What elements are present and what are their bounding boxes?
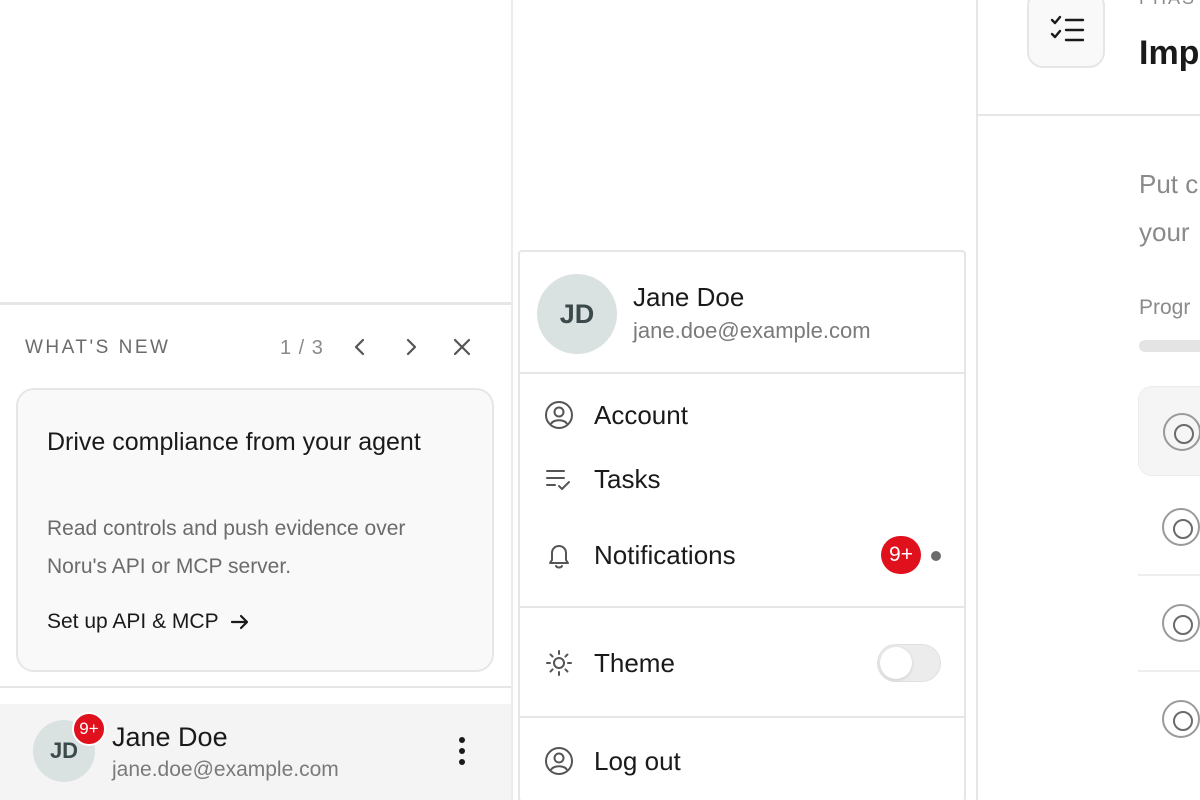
whats-new-header: WHAT'S NEW 1 / 3 — [25, 337, 485, 361]
menu-item-label: Account — [594, 400, 688, 430]
description-line: Put c — [1139, 169, 1199, 199]
progress-label: Progr — [1139, 296, 1191, 319]
whats-new-panel: WHAT'S NEW 1 / 3 Drive compliance from y… — [0, 302, 511, 686]
user-email: jane.doe@example.com — [112, 758, 339, 781]
right-panel: PHAS Imp Put c your Progr — [978, 0, 1200, 800]
phase-icon-box — [1027, 0, 1105, 68]
whats-new-pager: 1 / 3 — [280, 337, 324, 359]
task-item[interactable] — [1138, 578, 1200, 668]
menu-profile-header: JD Jane Doe jane.doe@example.com — [520, 252, 964, 374]
setup-api-mcp-label: Set up API & MCP — [47, 610, 219, 633]
chevron-right-icon[interactable] — [401, 335, 421, 359]
task-radio[interactable] — [1162, 508, 1200, 546]
sun-icon — [544, 648, 574, 678]
menu-item-theme[interactable]: Theme — [520, 632, 964, 692]
tasks-icon — [544, 464, 574, 494]
menu-item-label: Tasks — [594, 464, 661, 494]
phase-label: PHAS — [1139, 0, 1196, 9]
menu-user-email: jane.doe@example.com — [633, 318, 871, 343]
page-title: Imp — [1139, 34, 1200, 72]
avatar: JD — [537, 274, 617, 354]
menu-item-label: Notifications — [594, 540, 736, 570]
divider — [0, 686, 511, 688]
left-sidebar: WHAT'S NEW 1 / 3 Drive compliance from y… — [0, 0, 511, 800]
arrow-right-icon — [230, 614, 248, 630]
column-divider — [511, 0, 513, 800]
menu-item-logout[interactable]: Log out — [520, 730, 964, 790]
user-circle-icon — [544, 400, 574, 430]
user-profile-row[interactable]: JD 9+ Jane Doe jane.doe@example.com — [0, 704, 511, 800]
user-menu-dropdown: JD Jane Doe jane.doe@example.com Account… — [518, 250, 966, 800]
menu-item-label: Theme — [594, 648, 675, 678]
task-item[interactable] — [1138, 674, 1200, 764]
theme-toggle[interactable] — [877, 644, 941, 682]
status-dot — [931, 551, 941, 561]
toggle-knob — [880, 647, 912, 679]
task-item[interactable] — [1138, 386, 1200, 476]
whats-new-card-text: Read controls and push evidence over Nor… — [47, 517, 406, 578]
task-radio[interactable] — [1162, 700, 1200, 738]
menu-item-label: Log out — [594, 746, 681, 776]
description-line: your — [1139, 217, 1190, 247]
phase-description: Put c your — [1139, 160, 1200, 256]
notification-badge: 9+ — [72, 712, 106, 746]
task-item[interactable] — [1138, 482, 1200, 572]
task-radio[interactable] — [1162, 604, 1200, 642]
notification-badge: 9+ — [881, 536, 921, 574]
chevron-left-icon[interactable] — [350, 335, 370, 359]
whats-new-card: Drive compliance from your agent Read co… — [16, 388, 494, 672]
task-radio[interactable] — [1163, 413, 1200, 451]
more-vertical-icon[interactable] — [448, 734, 476, 768]
user-circle-icon — [544, 746, 574, 776]
whats-new-title: WHAT'S NEW — [25, 337, 171, 358]
menu-item-account[interactable]: Account — [520, 384, 964, 444]
whats-new-card-title: Drive compliance from your agent — [47, 428, 421, 456]
setup-api-mcp-link[interactable]: Set up API & MCP — [47, 610, 251, 634]
progress-bar — [1139, 340, 1200, 352]
menu-user-name: Jane Doe — [633, 282, 745, 312]
divider — [1138, 670, 1200, 672]
close-icon[interactable] — [450, 335, 474, 359]
divider — [978, 114, 1200, 116]
checklist-icon — [1050, 15, 1085, 42]
menu-item-notifications[interactable]: Notifications 9+ — [520, 524, 964, 584]
menu-item-tasks[interactable]: Tasks — [520, 448, 964, 508]
menu-group-theme: Theme — [520, 608, 964, 718]
bell-icon — [544, 540, 574, 570]
menu-group-primary: Account Tasks Notifications 9+ — [520, 374, 964, 608]
user-name: Jane Doe — [112, 722, 228, 752]
divider — [1138, 574, 1200, 576]
